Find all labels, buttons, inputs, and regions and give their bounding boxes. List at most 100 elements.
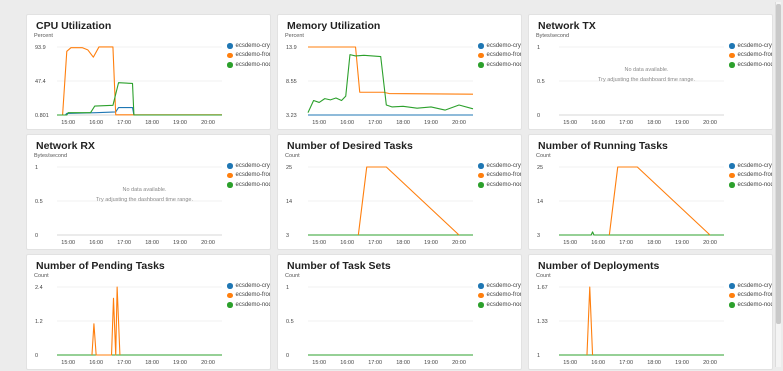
legend-item-ecsdemo-crystal[interactable]: ecsdemo-crystal [227,41,270,51]
y-tick-label: 0 [286,353,289,359]
legend-item-ecsdemo-crystal[interactable]: ecsdemo-crystal [478,161,521,171]
legend-item-ecsdemo-nodejs[interactable]: ecsdemo-nodejs [478,300,521,310]
legend-item-ecsdemo-crystal[interactable]: ecsdemo-crystal [227,161,270,171]
x-tick-label: 20:00 [703,240,717,246]
x-tick-label: 17:00 [368,360,382,366]
legend-item-ecsdemo-nodejs[interactable]: ecsdemo-nodejs [729,180,773,190]
legend-swatch-icon [478,292,484,298]
no-data-message: No data available. [122,187,167,193]
widget-number-of-desired-tasks[interactable]: Number of Desired Tasks Count 25 14 3 15:00 16… [277,134,522,250]
x-tick-label: 20:00 [703,360,717,366]
legend-item-ecsdemo-frontend[interactable]: ecsdemo-frontend [227,291,271,301]
legend-item-ecsdemo-nodejs[interactable]: ecsdemo-nodejs [729,300,772,310]
legend-label: ecsdemo-frontend [235,52,271,59]
legend-item-ecsdemo-nodejs[interactable]: ecsdemo-nodejs [227,60,270,70]
legend-item-ecsdemo-crystal[interactable]: ecsdemo-crystal [729,41,772,51]
y-unit-label: Count [285,153,300,159]
widget-memory-utilization[interactable]: Memory Utilization Percent 13.9 8.55 3.23 15:… [277,14,522,130]
legend-label: ecsdemo-frontend [235,172,271,179]
x-tick-label: 19:00 [424,120,438,126]
widget-number-of-pending-tasks[interactable]: Number of Pending Tasks Count 2.4 1.2 0 15:00… [26,254,271,370]
scrollbar-thumb[interactable] [776,4,781,324]
legend-item-ecsdemo-crystal[interactable]: ecsdemo-crystal [729,161,773,171]
y-tick-label: 3.23 [286,113,297,119]
y-tick-label: 1 [286,285,289,291]
legend-label: ecsdemo-frontend [235,292,271,299]
y-tick-label: 14 [537,199,543,205]
legend-label: ecsdemo-nodejs [235,301,271,308]
x-tick-label: 19:00 [173,360,187,366]
legend-item-ecsdemo-nodejs[interactable]: ecsdemo-nodejs [478,180,522,190]
y-unit-label: Count [536,273,551,279]
series-line-ecsdemo-nodejs[interactable] [57,82,222,116]
widget-chart: Percent 93.9 47.4 0.801 15:00 16:00 17:00 18:00… [34,33,222,126]
x-tick-label: 15:00 [312,120,326,126]
widget-chart: Count 2.4 1.2 0 15:00 16:00 17:00 18:00 19:00 20:… [34,273,222,366]
legend-label: ecsdemo-nodejs [486,181,522,188]
legend: ecsdemo-crystal ecsdemo-frontend ecsdemo-n… [478,281,521,310]
legend-item-ecsdemo-crystal[interactable]: ecsdemo-crystal [729,281,772,291]
legend-swatch-icon [227,163,233,169]
x-tick-label: 16:00 [89,360,103,366]
legend-label: ecsdemo-crystal [737,162,773,169]
y-tick-label: 25 [537,165,543,171]
widget-network-rx[interactable]: Network RX Bytes/second 1 0.5 0 15:00 16:00 17:… [26,134,271,250]
x-tick-label: 20:00 [201,360,215,366]
x-tick-label: 19:00 [675,120,689,126]
legend-swatch-icon [227,62,233,68]
series-line-ecsdemo-crystal[interactable] [57,107,222,116]
legend-item-ecsdemo-crystal[interactable]: ecsdemo-crystal [227,281,270,291]
legend-item-ecsdemo-frontend[interactable]: ecsdemo-frontend [227,171,271,181]
x-tick-label: 19:00 [675,360,689,366]
legend-item-ecsdemo-crystal[interactable]: ecsdemo-crystal [478,41,522,51]
legend-swatch-icon [227,182,233,188]
legend-swatch-icon [227,52,233,58]
legend-swatch-icon [478,43,484,49]
legend-swatch-icon [729,62,735,68]
x-tick-label: 19:00 [424,360,438,366]
legend-item-ecsdemo-frontend[interactable]: ecsdemo-frontend [478,51,521,61]
series-line-ecsdemo-nodejs[interactable] [559,231,724,236]
x-tick-label: 19:00 [675,240,689,246]
widget-network-tx[interactable]: Network TX Bytes/second 1 0.5 0 15:00 16:00 17:… [528,14,773,130]
widget-chart: Count 1.67 1.33 1 15:00 16:00 17:00 18:00 19:00 2… [536,273,724,366]
series-line-ecsdemo-nodejs[interactable] [307,54,474,113]
widget-number-of-deployments[interactable]: Number of Deployments Count 1.67 1.33 1 15:00… [528,254,773,370]
legend-item-ecsdemo-frontend[interactable]: ecsdemo-frontend [478,291,521,301]
x-tick-label: 15:00 [61,120,75,126]
x-tick-label: 19:00 [173,120,187,126]
vertical-scrollbar[interactable] [775,2,781,367]
widget-cpu-utilization[interactable]: CPU Utilization Percent 93.9 47.4 0.801 15:00… [26,14,271,130]
y-tick-label: 13.9 [286,45,297,51]
widget-chart: Bytes/second 1 0.5 0 15:00 16:00 17:00 18:00 19:… [34,153,222,246]
legend-item-ecsdemo-frontend[interactable]: ecsdemo-frontend [227,51,271,61]
legend-item-ecsdemo-frontend[interactable]: ecsdemo-frontend [729,291,773,301]
dashboard-grid: CPU Utilization Percent 93.9 47.4 0.801 15:00… [0,0,783,371]
legend-item-ecsdemo-nodejs[interactable]: ecsdemo-nodejs [478,60,522,70]
legend-item-ecsdemo-frontend[interactable]: ecsdemo-frontend [729,171,772,181]
x-tick-label: 15:00 [563,360,577,366]
legend-item-ecsdemo-crystal[interactable]: ecsdemo-crystal [478,281,521,291]
y-unit-label: Count [536,153,551,159]
legend-label: ecsdemo-frontend [486,172,522,179]
y-unit-label: Count [285,273,300,279]
x-tick-label: 16:00 [591,120,605,126]
widget-number-of-task-sets[interactable]: Number of Task Sets Count 1 0.5 0 15:00 16:00 1… [277,254,522,370]
legend-label: ecsdemo-nodejs [486,61,522,68]
x-tick-label: 20:00 [201,120,215,126]
x-tick-label: 16:00 [340,360,354,366]
widget-number-of-running-tasks[interactable]: Number of Running Tasks Count 25 14 3 15:00 16… [528,134,773,250]
legend-item-ecsdemo-nodejs[interactable]: ecsdemo-nodejs [729,60,772,70]
legend-item-ecsdemo-frontend[interactable]: ecsdemo-frontend [478,171,522,181]
legend-label: ecsdemo-nodejs [737,181,773,188]
legend-item-ecsdemo-nodejs[interactable]: ecsdemo-nodejs [227,180,270,190]
legend-swatch-icon [227,302,233,308]
series-line-ecsdemo-frontend[interactable] [308,46,474,95]
legend-item-ecsdemo-nodejs[interactable]: ecsdemo-nodejs [227,300,271,310]
legend-label: ecsdemo-crystal [486,42,522,49]
x-tick-label: 18:00 [647,360,661,366]
legend-swatch-icon [478,52,484,58]
legend-item-ecsdemo-frontend[interactable]: ecsdemo-frontend [729,51,772,61]
y-tick-label: 2.4 [35,285,43,291]
legend-label: ecsdemo-frontend [737,292,773,299]
